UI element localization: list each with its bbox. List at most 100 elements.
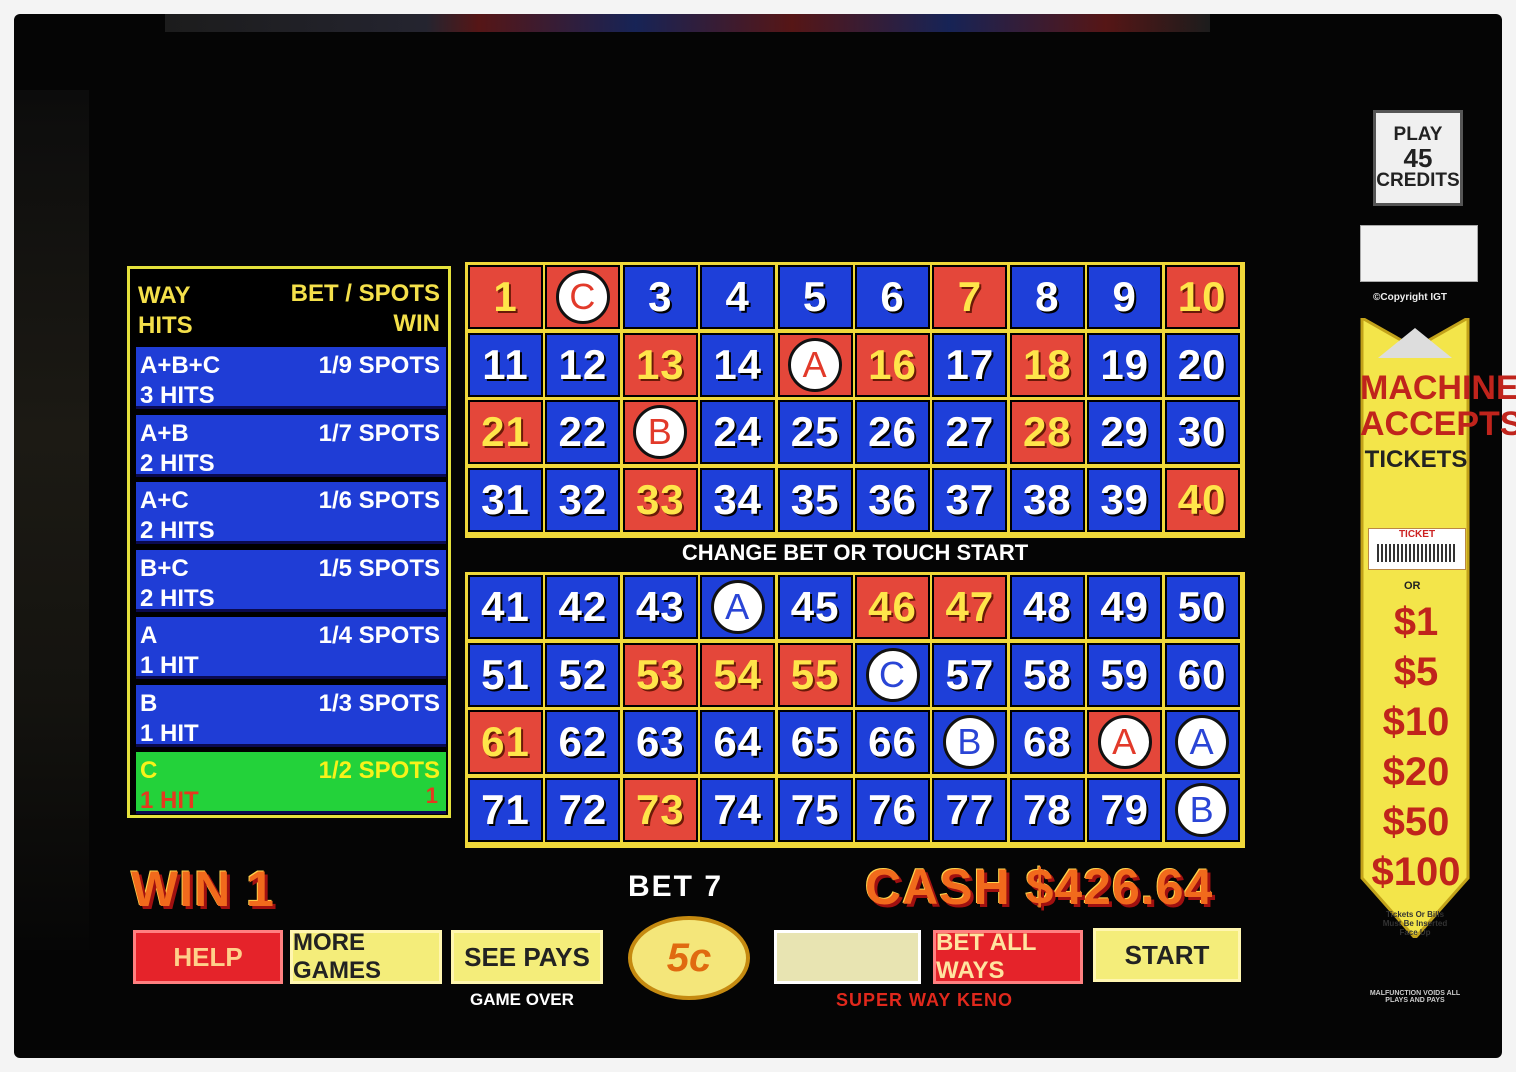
keno-number-65[interactable]: 65 bbox=[777, 710, 853, 774]
keno-number-57[interactable]: 57 bbox=[932, 642, 1008, 707]
keno-number-7[interactable]: 7 bbox=[932, 265, 1008, 329]
keno-number-49[interactable]: 49 bbox=[1087, 575, 1163, 639]
keno-number-26[interactable]: 26 bbox=[855, 400, 930, 464]
keno-number-59[interactable]: 59 bbox=[1087, 642, 1163, 707]
keno-number-9[interactable]: 9 bbox=[1087, 265, 1163, 329]
keno-number-22[interactable]: 22 bbox=[545, 400, 621, 464]
keno-number-80[interactable]: B bbox=[1164, 777, 1240, 842]
keno-number-19[interactable]: 19 bbox=[1087, 332, 1163, 397]
header-way: WAY bbox=[138, 282, 191, 309]
keno-number-35[interactable]: 35 bbox=[777, 467, 853, 532]
keno-number-2[interactable]: C bbox=[545, 265, 621, 329]
keno-number-40[interactable]: 40 bbox=[1164, 467, 1240, 532]
keno-number-38[interactable]: 38 bbox=[1009, 467, 1085, 532]
keno-number-63[interactable]: 63 bbox=[622, 710, 698, 774]
keno-number-29[interactable]: 29 bbox=[1087, 400, 1163, 464]
row-hits: 3 HITS bbox=[140, 382, 215, 409]
row-spots: 1/4 SPOTS bbox=[318, 622, 440, 649]
keno-number-73[interactable]: 73 bbox=[622, 777, 698, 842]
keno-number-50[interactable]: 50 bbox=[1164, 575, 1240, 639]
see-pays-button[interactable]: SEE PAYS bbox=[451, 930, 603, 984]
keno-number-31[interactable]: 31 bbox=[468, 467, 543, 532]
keno-number-53[interactable]: 53 bbox=[622, 642, 698, 707]
keno-number-24[interactable]: 24 bbox=[700, 400, 776, 464]
keno-number-78[interactable]: 78 bbox=[1009, 777, 1085, 842]
keno-number-64[interactable]: 64 bbox=[700, 710, 776, 774]
keno-number-51[interactable]: 51 bbox=[468, 642, 543, 707]
keno-number-30[interactable]: 30 bbox=[1164, 400, 1240, 464]
keno-number-37[interactable]: 37 bbox=[932, 467, 1008, 532]
pay-table-row: B1 HIT 1/3 SPOTS bbox=[136, 684, 446, 747]
start-button[interactable]: START bbox=[1093, 928, 1241, 982]
keno-number-20[interactable]: 20 bbox=[1164, 332, 1240, 397]
left-bezel-edge bbox=[14, 90, 89, 950]
keno-number-39[interactable]: 39 bbox=[1087, 467, 1163, 532]
keno-number-6[interactable]: 6 bbox=[855, 265, 930, 329]
keno-number-62[interactable]: 62 bbox=[545, 710, 621, 774]
keno-number-70[interactable]: A bbox=[1164, 710, 1240, 774]
keno-number-27[interactable]: 27 bbox=[932, 400, 1008, 464]
keno-number-68[interactable]: 68 bbox=[1009, 710, 1085, 774]
keno-number-74[interactable]: 74 bbox=[700, 777, 776, 842]
keno-number-52[interactable]: 52 bbox=[545, 642, 621, 707]
row-hits: 2 HITS bbox=[140, 517, 215, 544]
keno-number-69[interactable]: A bbox=[1087, 710, 1163, 774]
keno-number-76[interactable]: 76 bbox=[855, 777, 930, 842]
keno-number-32[interactable]: 32 bbox=[545, 467, 621, 532]
pay-table-row: C 1 HIT 1/2 SPOTS 1 bbox=[136, 752, 446, 814]
keno-number-1[interactable]: 1 bbox=[468, 265, 543, 329]
keno-number-79[interactable]: 79 bbox=[1087, 777, 1163, 842]
keno-number-5[interactable]: 5 bbox=[777, 265, 853, 329]
keno-number-44[interactable]: A bbox=[700, 575, 776, 639]
keno-number-33[interactable]: 33 bbox=[622, 467, 698, 532]
pay-table-row: A+B+C 3 HITS 1/9 SPOTS bbox=[136, 347, 446, 409]
row-way: C bbox=[140, 757, 158, 784]
keno-number-58[interactable]: 58 bbox=[1009, 642, 1085, 707]
keno-number-75[interactable]: 75 bbox=[777, 777, 853, 842]
keno-number-42[interactable]: 42 bbox=[545, 575, 621, 639]
keno-number-11[interactable]: 11 bbox=[468, 332, 543, 397]
cash-display: CASH $426.64 bbox=[865, 859, 1214, 915]
keno-number-18[interactable]: 18 bbox=[1009, 332, 1085, 397]
keno-number-47[interactable]: 47 bbox=[932, 575, 1008, 639]
keno-number-77[interactable]: 77 bbox=[932, 777, 1008, 842]
keno-number-8[interactable]: 8 bbox=[1009, 265, 1085, 329]
keno-number-17[interactable]: 17 bbox=[932, 332, 1008, 397]
keno-number-16[interactable]: 16 bbox=[855, 332, 930, 397]
row-way: A+B bbox=[140, 419, 189, 447]
keno-number-43[interactable]: 43 bbox=[622, 575, 698, 639]
keno-number-34[interactable]: 34 bbox=[700, 467, 776, 532]
keno-number-67[interactable]: B bbox=[932, 710, 1008, 774]
keno-number-25[interactable]: 25 bbox=[777, 400, 853, 464]
ticket-icon: TICKET bbox=[1368, 528, 1466, 570]
keno-number-14[interactable]: 14 bbox=[700, 332, 776, 397]
help-button[interactable]: HELP bbox=[133, 930, 283, 984]
keno-number-12[interactable]: 12 bbox=[545, 332, 621, 397]
keno-number-4[interactable]: 4 bbox=[700, 265, 776, 329]
keno-number-10[interactable]: 10 bbox=[1164, 265, 1240, 329]
blank-button[interactable] bbox=[774, 930, 921, 984]
keno-number-61[interactable]: 61 bbox=[468, 710, 543, 774]
keno-number-72[interactable]: 72 bbox=[545, 777, 621, 842]
keno-number-45[interactable]: 45 bbox=[777, 575, 853, 639]
keno-number-41[interactable]: 41 bbox=[468, 575, 543, 639]
keno-number-71[interactable]: 71 bbox=[468, 777, 543, 842]
keno-number-28[interactable]: 28 bbox=[1009, 400, 1085, 464]
keno-number-54[interactable]: 54 bbox=[700, 642, 776, 707]
keno-number-46[interactable]: 46 bbox=[855, 575, 930, 639]
keno-number-23[interactable]: B bbox=[622, 400, 698, 464]
keno-number-66[interactable]: 66 bbox=[855, 710, 930, 774]
keno-number-13[interactable]: 13 bbox=[622, 332, 698, 397]
keno-number-21[interactable]: 21 bbox=[468, 400, 543, 464]
denomination-button[interactable]: 5c bbox=[628, 916, 750, 1000]
more-games-button[interactable]: MORE GAMES bbox=[290, 929, 442, 984]
keno-number-36[interactable]: 36 bbox=[855, 467, 930, 532]
pay-table-row: A 1 HIT 1/4 SPOTS bbox=[136, 617, 446, 679]
keno-number-3[interactable]: 3 bbox=[622, 265, 698, 329]
keno-number-60[interactable]: 60 bbox=[1164, 642, 1240, 707]
keno-number-55[interactable]: 55 bbox=[777, 642, 853, 707]
keno-number-15[interactable]: A bbox=[777, 332, 853, 397]
bet-all-ways-button[interactable]: BET ALL WAYS bbox=[933, 929, 1083, 984]
keno-number-56[interactable]: C bbox=[855, 642, 930, 707]
keno-number-48[interactable]: 48 bbox=[1009, 575, 1085, 639]
